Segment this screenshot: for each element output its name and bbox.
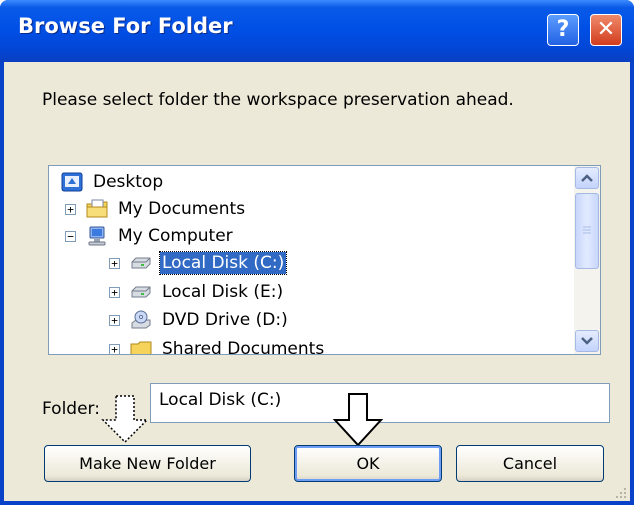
tree-item-my-documents[interactable]: + My Documents (65, 196, 247, 222)
tree-item-desktop[interactable]: Desktop (61, 169, 165, 195)
hard-disk-icon (130, 253, 152, 273)
prompt-text: Please select folder the workspace prese… (42, 90, 514, 110)
help-button[interactable]: ? (547, 14, 579, 46)
tree-item-label: DVD Drive (D:) (162, 310, 288, 330)
hint-arrow-icon (332, 393, 384, 447)
desktop-icon (61, 172, 83, 192)
collapse-icon[interactable]: − (65, 230, 76, 242)
tree-item-dvd-drive[interactable]: + DVD Drive (D:) (109, 307, 290, 333)
expand-icon[interactable]: + (109, 257, 120, 269)
tree-item-label: My Computer (118, 226, 233, 246)
window-title: Browse For Folder (18, 14, 233, 38)
title-bar[interactable]: Browse For Folder ? ✕ (0, 0, 634, 62)
expand-icon[interactable]: + (109, 314, 120, 326)
expand-icon[interactable]: + (109, 286, 120, 298)
dialog-body: Please select folder the workspace prese… (4, 62, 630, 501)
dvd-drive-icon (130, 310, 152, 330)
tree-item-label: My Documents (118, 199, 246, 219)
hint-arrow-icon (101, 395, 149, 444)
expand-icon[interactable]: + (109, 343, 120, 354)
make-new-folder-button[interactable]: Make New Folder (44, 445, 251, 482)
folder-label: Folder: (42, 399, 100, 419)
documents-folder-icon (86, 199, 108, 219)
tree-item-shared-documents[interactable]: + Shared Documents (109, 336, 326, 355)
tree-item-label: Shared Documents (162, 339, 325, 355)
close-button[interactable]: ✕ (590, 14, 622, 46)
tree-item-label: Local Disk (E:) (162, 282, 284, 302)
folder-tree[interactable]: Desktop + My Documents − My Computer + L… (48, 165, 601, 355)
scroll-thumb[interactable] (575, 193, 599, 269)
ok-button[interactable]: OK (294, 445, 442, 482)
resize-grip-icon[interactable] (614, 486, 628, 500)
shared-folder-icon (130, 339, 152, 354)
expand-icon[interactable]: + (65, 203, 76, 215)
tree-item-local-disk-c[interactable]: + Local Disk (C:) (109, 250, 288, 276)
computer-icon (86, 226, 108, 246)
scroll-down-button[interactable] (575, 330, 599, 352)
tree-item-my-computer[interactable]: − My Computer (65, 223, 235, 249)
tree-item-local-disk-e[interactable]: + Local Disk (E:) (109, 279, 285, 305)
cancel-button[interactable]: Cancel (456, 445, 604, 482)
hard-disk-icon (130, 282, 152, 302)
tree-item-label: Local Disk (C:) (158, 251, 288, 275)
tree-item-label: Desktop (93, 172, 164, 192)
browse-for-folder-dialog: Browse For Folder ? ✕ Please select fold… (0, 0, 634, 505)
scroll-up-button[interactable] (575, 167, 599, 189)
vertical-scrollbar[interactable] (574, 166, 600, 354)
